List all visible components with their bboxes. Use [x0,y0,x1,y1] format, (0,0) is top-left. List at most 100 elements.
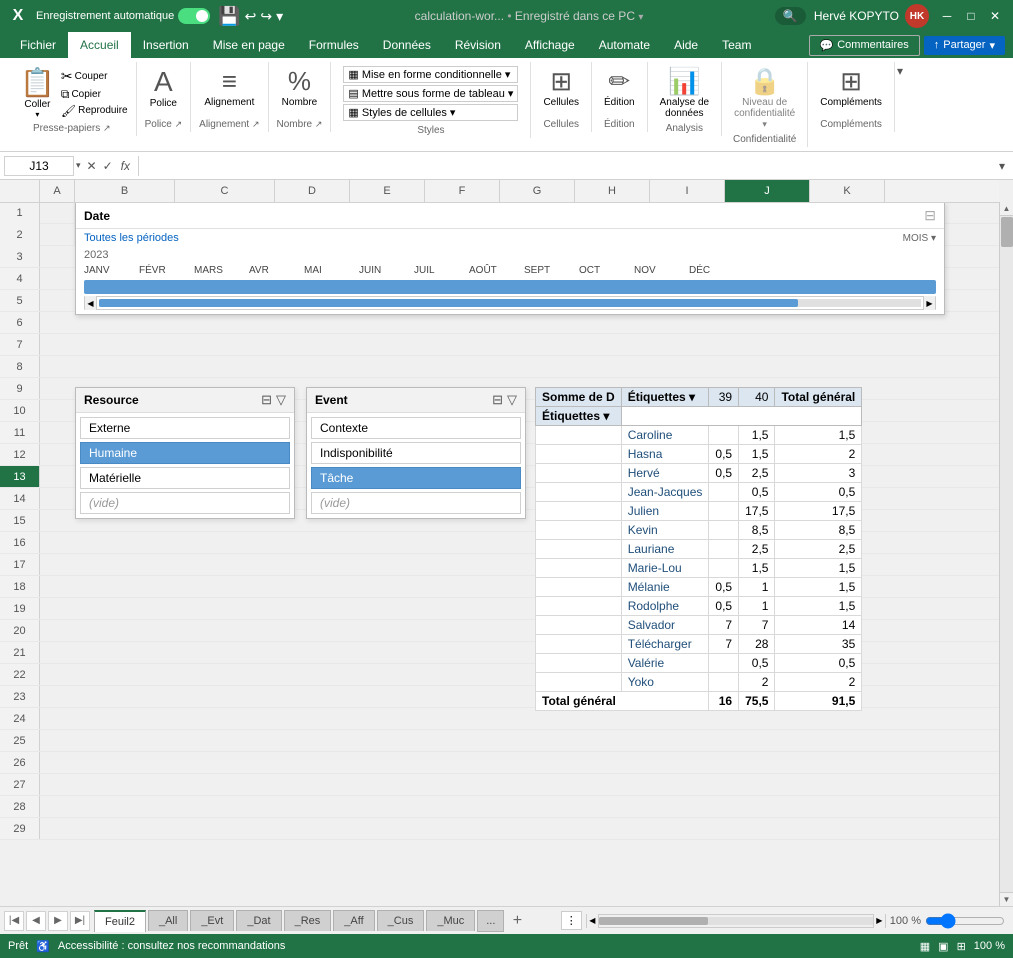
all-periods-link[interactable]: Toutes les périodes [84,232,179,244]
tab-automate[interactable]: Automate [587,32,662,58]
cellules-button[interactable]: ⊞ Cellules [539,64,583,110]
tab-team[interactable]: Team [710,32,763,58]
confidentialite-button[interactable]: 🔒 Niveau deconfidentialité ▾ [730,64,799,132]
scroll-left-button[interactable]: ◀ [85,296,97,310]
col-header-I[interactable]: I [650,180,725,202]
col-header-F[interactable]: F [425,180,500,202]
view-custom-button[interactable]: ⊞ [957,940,966,953]
tab-next-button[interactable]: ▶ [48,911,68,931]
nombre-button[interactable]: % Nombre [278,64,322,110]
copier-button[interactable]: ⧉ Copier [61,87,128,102]
slicer-item-vide-event[interactable]: (vide) [311,492,521,514]
tab-evt[interactable]: _Evt [190,910,234,931]
zoom-slider[interactable] [925,913,1005,929]
col-header-J[interactable]: J [725,180,810,202]
col-header-H[interactable]: H [575,180,650,202]
restore-button[interactable]: □ [961,6,981,26]
tab-prev-button[interactable]: ◀ [26,911,46,931]
tab-res[interactable]: _Res [284,910,332,931]
complements-button[interactable]: ⊞ Compléments [816,64,886,110]
analyse-button[interactable]: 📊 Analyse dedonnées [656,64,713,121]
cell-reference-input[interactable] [4,156,74,176]
slicer-scrollbar[interactable]: ◀ ▶ [84,296,936,310]
date-slicer-filter-icon[interactable]: ⊟ [924,207,936,224]
cell-A2[interactable] [40,224,75,245]
slicer-item-externe[interactable]: Externe [80,417,290,439]
slicer-item-humaine[interactable]: Humaine [80,442,290,464]
minimize-button[interactable]: ─ [937,6,957,26]
undo-icon[interactable]: ↩ [245,8,257,25]
police-button[interactable]: A Police [146,64,181,111]
comments-button[interactable]: 💬 Commentaires [809,35,920,56]
tab-dat[interactable]: _Dat [236,910,281,931]
tab-formules[interactable]: Formules [297,32,371,58]
tab-muc[interactable]: _Muc [426,910,475,931]
styles-cellules-button[interactable]: ▦ Styles de cellules ▾ [343,104,518,121]
event-filter-icon[interactable]: ▽ [507,392,517,408]
autosave-switch[interactable] [178,8,210,24]
tab-aff[interactable]: _Aff [333,910,374,931]
col-header-E[interactable]: E [350,180,425,202]
couper-button[interactable]: ✂ Couper [61,68,128,85]
tab-revision[interactable]: Révision [443,32,513,58]
formula-input[interactable] [143,157,991,175]
col-header-B[interactable]: B [75,180,175,202]
tab-all[interactable]: _All [148,910,188,931]
alignement-button[interactable]: ≡ Alignement [200,64,258,110]
col-header-D[interactable]: D [275,180,350,202]
close-button[interactable]: ✕ [985,6,1005,26]
resource-filter-icon[interactable]: ▽ [276,392,286,408]
view-page-button[interactable]: ▣ [938,940,948,953]
vertical-scrollbar[interactable]: ▲ ▼ [999,202,1013,906]
mise-en-forme-conditionnelle-button[interactable]: ▦ Mise en forme conditionnelle ▾ [343,66,518,83]
col-header-G[interactable]: G [500,180,575,202]
pivot-col-filter-btn[interactable]: ▾ [689,390,695,404]
tab-feuil2[interactable]: Feuil2 [94,910,146,932]
resource-multiselect-icon[interactable]: ⊟ [261,392,272,408]
view-normal-button[interactable]: ▦ [920,940,930,953]
slicer-item-contexte[interactable]: Contexte [311,417,521,439]
tab-add-button[interactable]: + [506,910,528,932]
scroll-down-arrow[interactable]: ▼ [1000,892,1013,906]
slicer-item-vide-resource[interactable]: (vide) [80,492,290,514]
save-icon[interactable]: 💾 [218,6,240,27]
col-header-C[interactable]: C [175,180,275,202]
formula-cancel-icon[interactable]: ✕ [85,159,99,173]
mettre-sous-forme-button[interactable]: ▤ Mettre sous forme de tableau ▾ [343,85,518,102]
tab-donnees[interactable]: Données [371,32,443,58]
formula-insert-function-icon[interactable]: fx [117,159,134,173]
edition-button[interactable]: ✏ Édition [600,64,639,110]
slicer-item-materielle[interactable]: Matérielle [80,467,290,489]
cell-ref-dropdown[interactable]: ▾ [76,160,81,171]
customize-icon[interactable]: ▾ [276,8,283,25]
event-multiselect-icon[interactable]: ⊟ [492,392,503,408]
tab-options-button[interactable]: ⋮ [561,911,582,930]
tab-insertion[interactable]: Insertion [131,32,201,58]
reproduire-button[interactable]: 🖌 Reproduire [61,104,128,118]
scroll-up-arrow[interactable]: ▲ [1000,202,1013,216]
pivot-row-filter-btn[interactable]: ▾ [603,409,609,423]
tab-first-button[interactable]: |◀ [4,911,24,931]
share-button[interactable]: ↑ Partager ▾ [924,36,1005,55]
tab-mise-en-page[interactable]: Mise en page [201,32,297,58]
autosave-toggle[interactable]: Enregistrement automatique [36,8,210,24]
tab-fichier[interactable]: Fichier [8,32,68,58]
tab-accueil[interactable]: Accueil [68,32,131,58]
tab-affichage[interactable]: Affichage [513,32,587,58]
tab-cus[interactable]: _Cus [377,910,425,931]
formula-expand-icon[interactable]: ▾ [995,159,1009,173]
scroll-right-button[interactable]: ▶ [923,296,935,310]
col-header-A[interactable]: A [40,180,75,202]
cell-A1[interactable] [40,202,75,223]
tab-last-button[interactable]: ▶| [70,911,90,931]
slicer-item-indisponibilite[interactable]: Indisponibilité [311,442,521,464]
redo-icon[interactable]: ↪ [260,8,272,25]
formula-confirm-icon[interactable]: ✓ [101,159,115,173]
search-box[interactable]: 🔍 [775,7,806,25]
mois-label[interactable]: MOIS ▾ [903,233,936,244]
tab-more-button[interactable]: ... [477,910,504,932]
slicer-item-tache[interactable]: Tâche [311,467,521,489]
coller-button[interactable]: 📋 Coller ▾ [16,64,59,121]
timeline-bar[interactable] [84,280,936,294]
tab-aide[interactable]: Aide [662,32,710,58]
